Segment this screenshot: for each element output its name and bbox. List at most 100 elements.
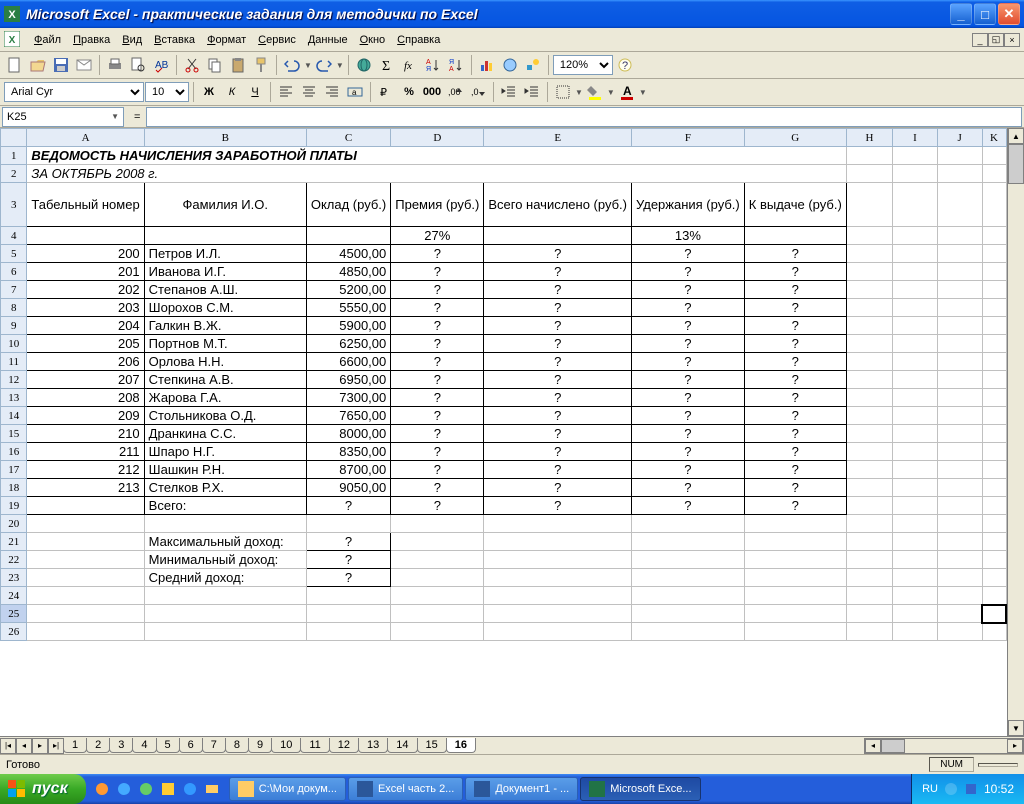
cell-premium[interactable]: ? (391, 317, 484, 335)
cell-salary[interactable]: 9050,00 (306, 479, 390, 497)
save-button[interactable] (50, 54, 72, 76)
sheet-tab[interactable]: 14 (387, 738, 417, 753)
sort-desc-button[interactable]: ЯА (445, 54, 467, 76)
bold-button[interactable]: Ж (198, 81, 220, 103)
undo-button[interactable] (281, 54, 303, 76)
ql-explorer-icon[interactable] (180, 778, 200, 800)
cell-deduct[interactable]: ? (632, 263, 745, 281)
chart-button[interactable] (476, 54, 498, 76)
row-header[interactable]: 12 (1, 371, 27, 389)
tab-prev-button[interactable]: ◂ (16, 738, 32, 754)
cell-name[interactable]: Орлова Н.Н. (144, 353, 306, 371)
row-header[interactable]: 3 (1, 183, 27, 227)
cell-tabno[interactable]: 201 (27, 263, 144, 281)
sheet-tab[interactable]: 7 (202, 738, 226, 753)
cell-payout[interactable]: ? (744, 389, 846, 407)
cell-name[interactable]: Шпаро Н.Г. (144, 443, 306, 461)
cell-premium[interactable]: ? (391, 389, 484, 407)
borders-button[interactable] (552, 81, 574, 103)
sheet-title[interactable]: ВЕДОМОСТЬ НАЧИСЛЕНИЯ ЗАРАБОТНОЙ ПЛАТЫ (27, 147, 846, 165)
cell-payout[interactable]: ? (744, 371, 846, 389)
cell-salary[interactable]: 8700,00 (306, 461, 390, 479)
ql-media-icon[interactable] (136, 778, 156, 800)
cell-salary[interactable]: 7650,00 (306, 407, 390, 425)
cell-total[interactable]: ? (484, 425, 632, 443)
cell-deduct[interactable]: ? (632, 335, 745, 353)
open-button[interactable] (27, 54, 49, 76)
cell-premium[interactable]: ? (391, 281, 484, 299)
cell-deduct[interactable]: ? (632, 281, 745, 299)
scroll-right-icon[interactable]: ▸ (1007, 739, 1023, 753)
align-left-button[interactable] (275, 81, 297, 103)
menu-data[interactable]: Данные (302, 32, 354, 48)
cell-name[interactable]: Петров И.Л. (144, 245, 306, 263)
sheet-tab[interactable]: 4 (132, 738, 156, 753)
cell-payout[interactable]: ? (744, 479, 846, 497)
cell-salary[interactable]: 4500,00 (306, 245, 390, 263)
deduct-pct[interactable]: 13% (632, 227, 745, 245)
map-button[interactable] (499, 54, 521, 76)
cell-payout[interactable]: ? (744, 425, 846, 443)
font-name-combo[interactable]: Arial Cyr (4, 82, 144, 102)
hdr-salary[interactable]: Оклад (руб.) (306, 183, 390, 227)
sheet-tab[interactable]: 13 (358, 738, 388, 753)
sheet-tab[interactable]: 8 (225, 738, 249, 753)
vertical-scrollbar[interactable]: ▲ ▼ (1007, 128, 1024, 736)
cell-salary[interactable]: 4850,00 (306, 263, 390, 281)
font-color-button[interactable]: A (616, 81, 638, 103)
email-button[interactable] (73, 54, 95, 76)
row-header[interactable]: 6 (1, 263, 27, 281)
cell-tabno[interactable]: 202 (27, 281, 144, 299)
cell-deduct[interactable]: ? (632, 317, 745, 335)
cell-tabno[interactable]: 200 (27, 245, 144, 263)
menu-view[interactable]: Вид (116, 32, 148, 48)
cell-name[interactable]: Стольникова О.Д. (144, 407, 306, 425)
cell-total[interactable]: ? (484, 371, 632, 389)
cell-salary[interactable]: 6250,00 (306, 335, 390, 353)
cell-total[interactable]: ? (484, 335, 632, 353)
sheet-tab[interactable]: 9 (248, 738, 272, 753)
col-header-I[interactable]: I (893, 129, 937, 147)
format-painter-button[interactable] (250, 54, 272, 76)
row-header[interactable]: 10 (1, 335, 27, 353)
cell-deduct[interactable]: ? (632, 407, 745, 425)
italic-button[interactable]: К (221, 81, 243, 103)
cell-total[interactable]: ? (484, 245, 632, 263)
align-right-button[interactable] (321, 81, 343, 103)
mdi-minimize-button[interactable]: _ (972, 33, 988, 47)
cell-deduct[interactable]: ? (632, 461, 745, 479)
cell-premium[interactable]: ? (391, 407, 484, 425)
col-header-H[interactable]: H (846, 129, 892, 147)
tab-next-button[interactable]: ▸ (32, 738, 48, 754)
minimize-button[interactable]: _ (950, 3, 972, 25)
fill-color-button[interactable] (584, 81, 606, 103)
sort-asc-button[interactable]: АЯ (422, 54, 444, 76)
cell-payout[interactable]: ? (744, 407, 846, 425)
cell-premium[interactable]: ? (391, 245, 484, 263)
cell-deduct[interactable]: ? (632, 425, 745, 443)
function-button[interactable]: fx (399, 54, 421, 76)
menu-window[interactable]: Окно (354, 32, 392, 48)
tray-icon[interactable] (964, 782, 978, 796)
cell-salary[interactable]: 6950,00 (306, 371, 390, 389)
horizontal-scrollbar[interactable]: ◂ ▸ (864, 738, 1024, 754)
cell-name[interactable]: Степанов А.Ш. (144, 281, 306, 299)
cell-deduct[interactable]: ? (632, 299, 745, 317)
copy-button[interactable] (204, 54, 226, 76)
col-header-B[interactable]: B (144, 129, 306, 147)
cell-payout[interactable]: ? (744, 353, 846, 371)
taskbar-item[interactable]: C:\Мои докум... (229, 777, 346, 801)
cell-total[interactable]: ? (484, 317, 632, 335)
cell-premium[interactable]: ? (391, 443, 484, 461)
cell-premium[interactable]: ? (391, 335, 484, 353)
cell-deduct[interactable]: ? (632, 443, 745, 461)
cut-button[interactable] (181, 54, 203, 76)
row-header[interactable]: 1 (1, 147, 27, 165)
taskbar-item[interactable]: Документ1 - ... (465, 777, 578, 801)
cell-tabno[interactable]: 205 (27, 335, 144, 353)
cell-deduct[interactable]: ? (632, 479, 745, 497)
autosum-button[interactable]: Σ (376, 54, 398, 76)
col-header-C[interactable]: C (306, 129, 390, 147)
row-header[interactable]: 7 (1, 281, 27, 299)
cell-salary[interactable]: 8000,00 (306, 425, 390, 443)
